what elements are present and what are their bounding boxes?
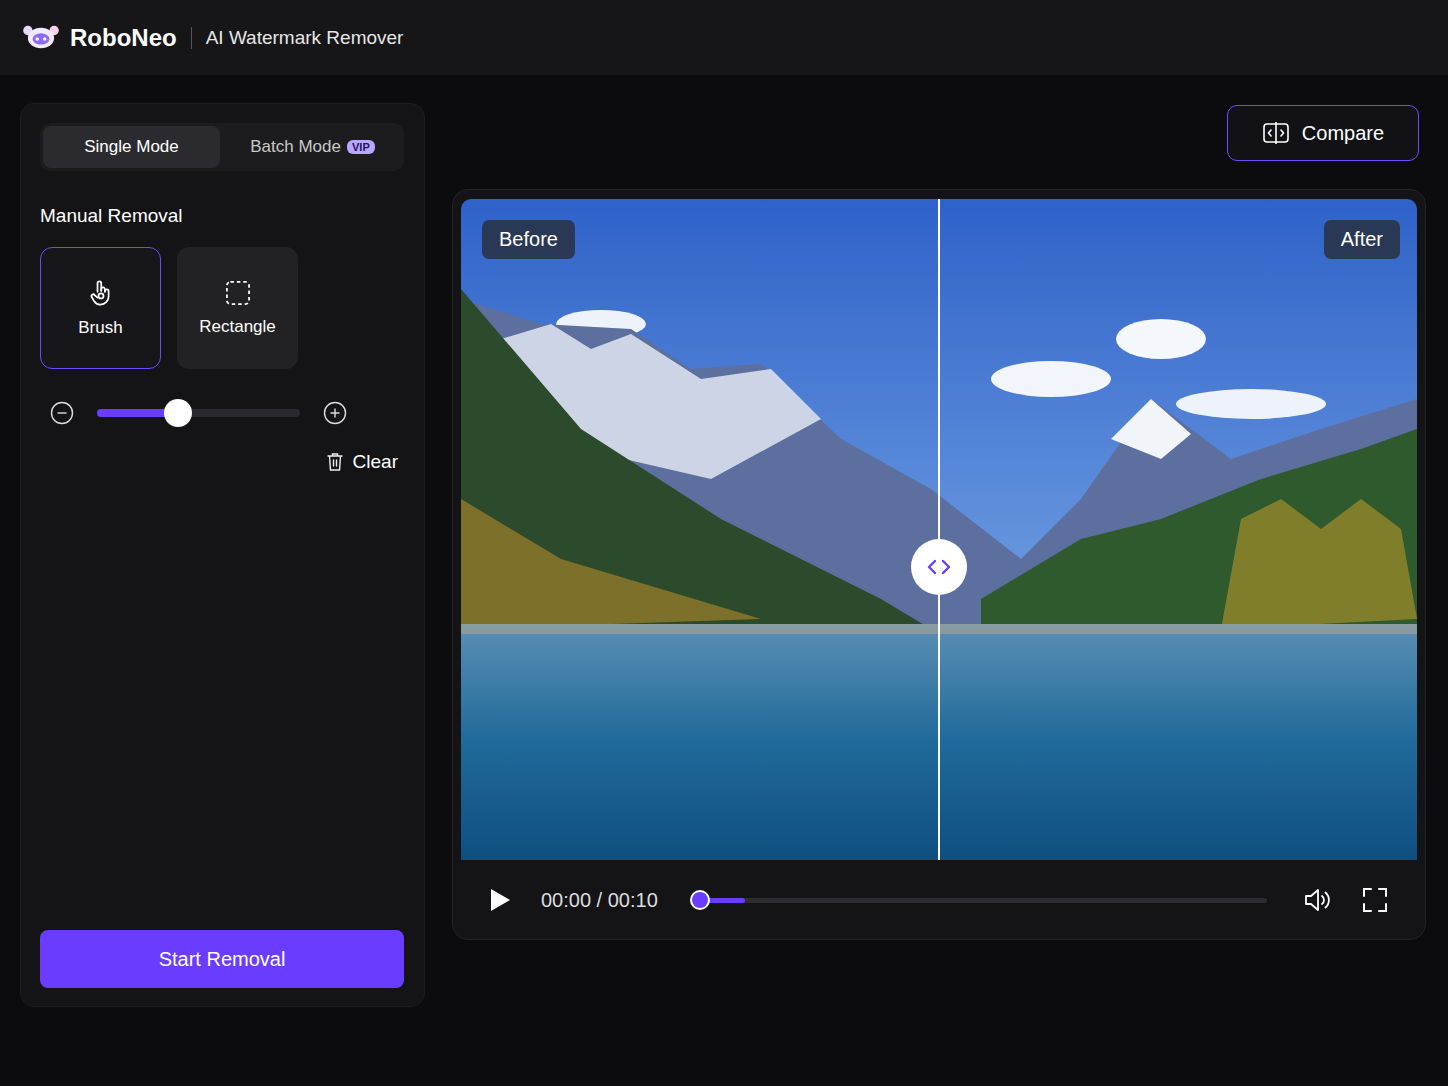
robot-logo-icon [22,23,60,53]
dashed-rectangle-icon [224,279,252,307]
hand-pointer-icon [87,278,115,308]
time-display: 00:00 / 00:10 [541,889,658,912]
progress-knob[interactable] [690,890,710,910]
after-label: After [1324,220,1400,259]
trash-icon [326,452,344,472]
video-frame: Before After [461,199,1417,860]
compare-icon [1262,121,1290,145]
split-line [938,199,940,860]
player-controls: 00:00 / 00:10 [461,860,1417,940]
tool-panel: Single Mode Batch Mode VIP Manual Remova… [20,103,425,1007]
split-handle[interactable] [911,539,967,595]
minus-circle-icon[interactable] [50,401,74,425]
page: RoboNeo AI Watermark Remover Single Mode… [0,0,1448,1086]
section-title: Manual Removal [40,205,404,227]
app-title: AI Watermark Remover [206,27,404,49]
tool-list: Brush Rectangle [40,247,404,369]
vip-badge: VIP [347,140,375,154]
compare-button[interactable]: Compare [1227,105,1419,161]
header-divider [191,27,192,49]
preview-area: Compare Before After 00:00 / 00:10 [452,103,1426,1007]
workspace: Single Mode Batch Mode VIP Manual Remova… [0,75,1448,1007]
brand-name[interactable]: RoboNeo [70,24,177,52]
brush-size-slider[interactable] [97,409,300,417]
start-removal-button[interactable]: Start Removal [40,930,404,988]
mode-tab[interactable]: Batch Mode VIP [224,126,401,168]
video-card: Before After 00:00 / 00:10 [452,189,1426,940]
clear-row: Clear [40,447,404,477]
top-bar: RoboNeo AI Watermark Remover [0,0,1448,75]
fullscreen-icon[interactable] [1361,886,1389,914]
clear-button[interactable]: Clear [320,447,404,477]
plus-circle-icon[interactable] [323,401,347,425]
mode-tab[interactable]: Single Mode [43,126,220,168]
tool-button[interactable]: Brush [40,247,161,369]
play-icon[interactable] [488,887,512,913]
slider-knob[interactable] [164,399,192,427]
volume-icon[interactable] [1303,887,1333,913]
tool-button[interactable]: Rectangle [177,247,298,369]
left-right-arrows-icon [922,557,956,577]
brush-size-control [40,401,404,425]
mode-tabs: Single Mode Batch Mode VIP [40,123,404,171]
progress-bar[interactable] [691,898,1267,903]
before-label: Before [482,220,575,259]
compare-row: Compare [452,103,1426,161]
